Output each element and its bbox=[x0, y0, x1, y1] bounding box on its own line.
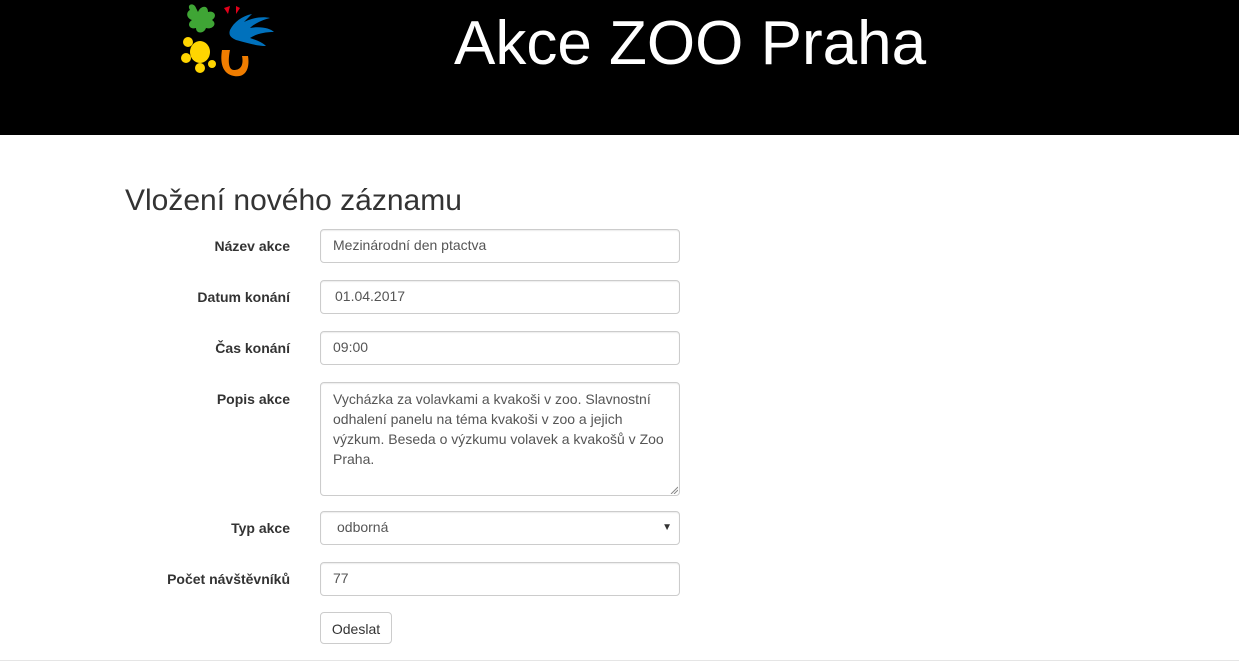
event-description-value: Vycházka za volavkami a kvakoši v zoo. S… bbox=[333, 391, 664, 467]
form-row-visitors: Počet návštěvníků 77 bbox=[0, 562, 700, 596]
event-type-select[interactable]: odborná ▼ bbox=[320, 511, 680, 545]
event-name-value: Mezinárodní den ptactva bbox=[333, 237, 487, 253]
resize-grip-icon[interactable] bbox=[670, 486, 678, 494]
event-name-input[interactable]: Mezinárodní den ptactva bbox=[320, 229, 680, 263]
site-header: Akce ZOO Praha bbox=[0, 0, 1239, 135]
submit-button[interactable]: Odeslat bbox=[320, 612, 392, 644]
event-name-label: Název akce bbox=[214, 238, 290, 254]
visitor-count-value: 77 bbox=[333, 570, 349, 586]
event-description-label: Popis akce bbox=[216, 391, 290, 407]
form-row-name: Název akce Mezinárodní den ptactva bbox=[0, 229, 700, 263]
event-time-value: 09:00 bbox=[333, 339, 369, 355]
form-row-type: Typ akce odborná ▼ bbox=[0, 511, 700, 545]
site-title: Akce ZOO Praha bbox=[454, 9, 927, 78]
zoo-praha-logo-icon[interactable] bbox=[178, 0, 278, 80]
form-row-time: Čas konání 09:00 bbox=[0, 331, 700, 365]
visitor-count-input[interactable]: 77 bbox=[320, 562, 680, 596]
form-row-description: Popis akce Vycházka za volavkami a kvako… bbox=[0, 382, 700, 496]
event-date-input[interactable]: 01.04.2017 bbox=[320, 280, 680, 314]
event-type-label: Typ akce bbox=[231, 520, 290, 536]
event-time-input[interactable]: 09:00 bbox=[320, 331, 680, 365]
divider bbox=[0, 660, 1239, 661]
event-date-label: Datum konání bbox=[197, 289, 290, 305]
event-date-value: 01.04.2017 bbox=[335, 288, 406, 304]
event-description-textarea[interactable]: Vycházka za volavkami a kvakoši v zoo. S… bbox=[320, 382, 680, 496]
caret-down-icon: ▼ bbox=[662, 522, 672, 533]
event-time-label: Čas konání bbox=[215, 340, 290, 356]
form-row-date: Datum konání 01.04.2017 bbox=[0, 280, 700, 314]
page-title: Vložení nového záznamu bbox=[125, 184, 462, 217]
visitor-count-label: Počet návštěvníků bbox=[167, 571, 290, 587]
event-type-value: odborná bbox=[337, 519, 389, 535]
